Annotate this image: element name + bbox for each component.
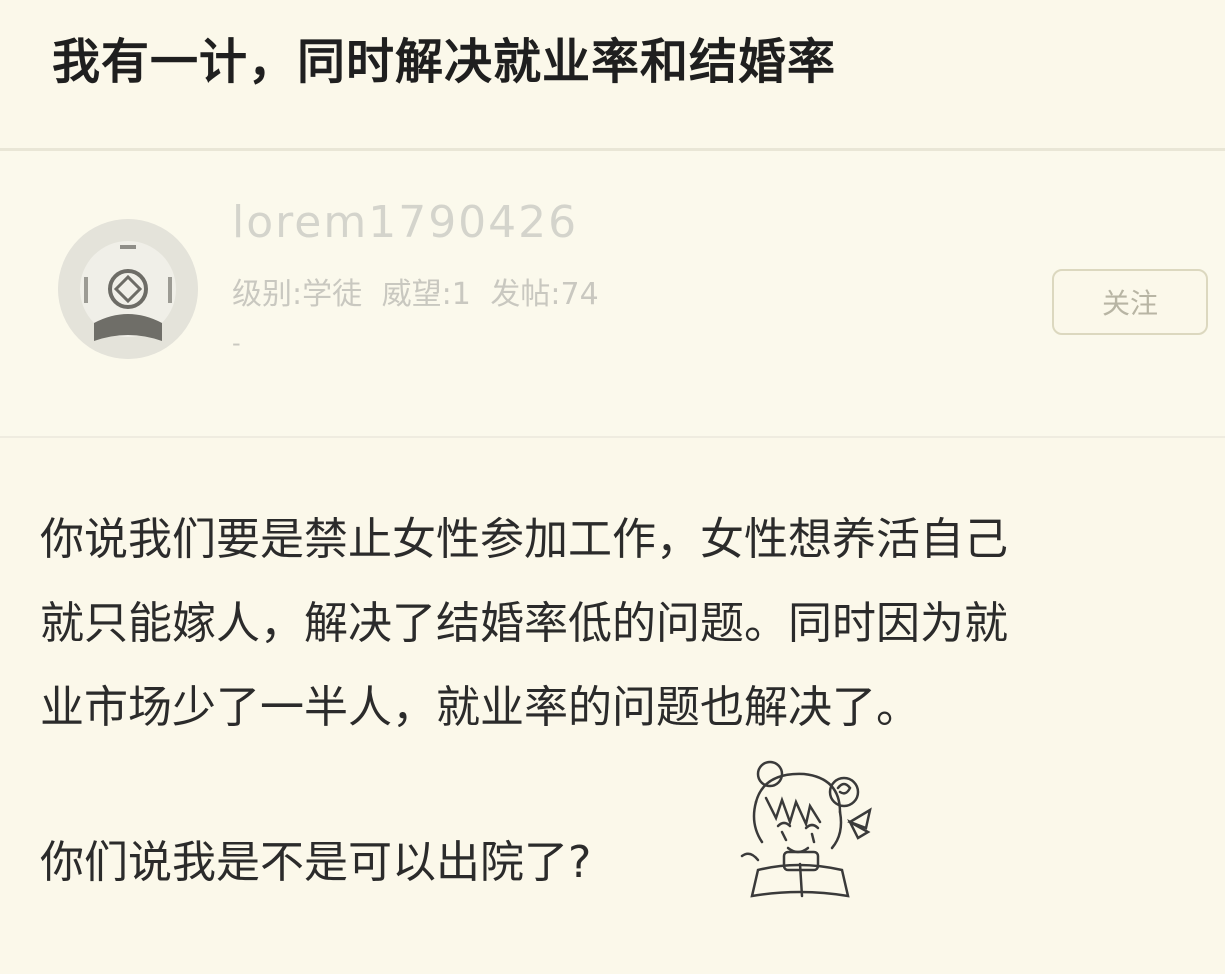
post-content: 你说我们要是禁止女性参加工作，女性想养活自己 就只能嫁人，解决了结婚率低的问题。… <box>40 498 1215 750</box>
thread-header: 我有一计，同时解决就业率和结婚率 <box>0 0 1225 148</box>
user-level: 级别:学徒 <box>232 277 363 312</box>
post-divider <box>0 436 1225 438</box>
post-line: 就只能嫁人，解决了结婚率低的问题。同时因为就 <box>40 598 1008 649</box>
user-post-count: 发帖:74 <box>490 277 599 312</box>
thread-title: 我有一计，同时解决就业率和结婚率 <box>52 34 837 90</box>
post-question: 你们说我是不是可以出院了? <box>40 837 592 888</box>
post-line: 业市场少了一半人，就业率的问题也解决了。 <box>40 682 920 733</box>
follow-button[interactable]: 关注 <box>1052 269 1208 335</box>
user-signature: - <box>232 329 241 357</box>
user-prestige: 威望:1 <box>381 277 471 312</box>
anime-girl-sticker-icon <box>722 752 902 902</box>
default-avatar-icon[interactable] <box>58 219 198 359</box>
user-stats: 级别:学徒 威望:1 发帖:74 <box>232 269 609 313</box>
post-line: 你说我们要是禁止女性参加工作，女性想养活自己 <box>40 514 1008 565</box>
user-info-panel: lorem1790426 级别:学徒 威望:1 发帖:74 - 关注 <box>0 151 1225 436</box>
username[interactable]: lorem1790426 <box>232 197 578 248</box>
